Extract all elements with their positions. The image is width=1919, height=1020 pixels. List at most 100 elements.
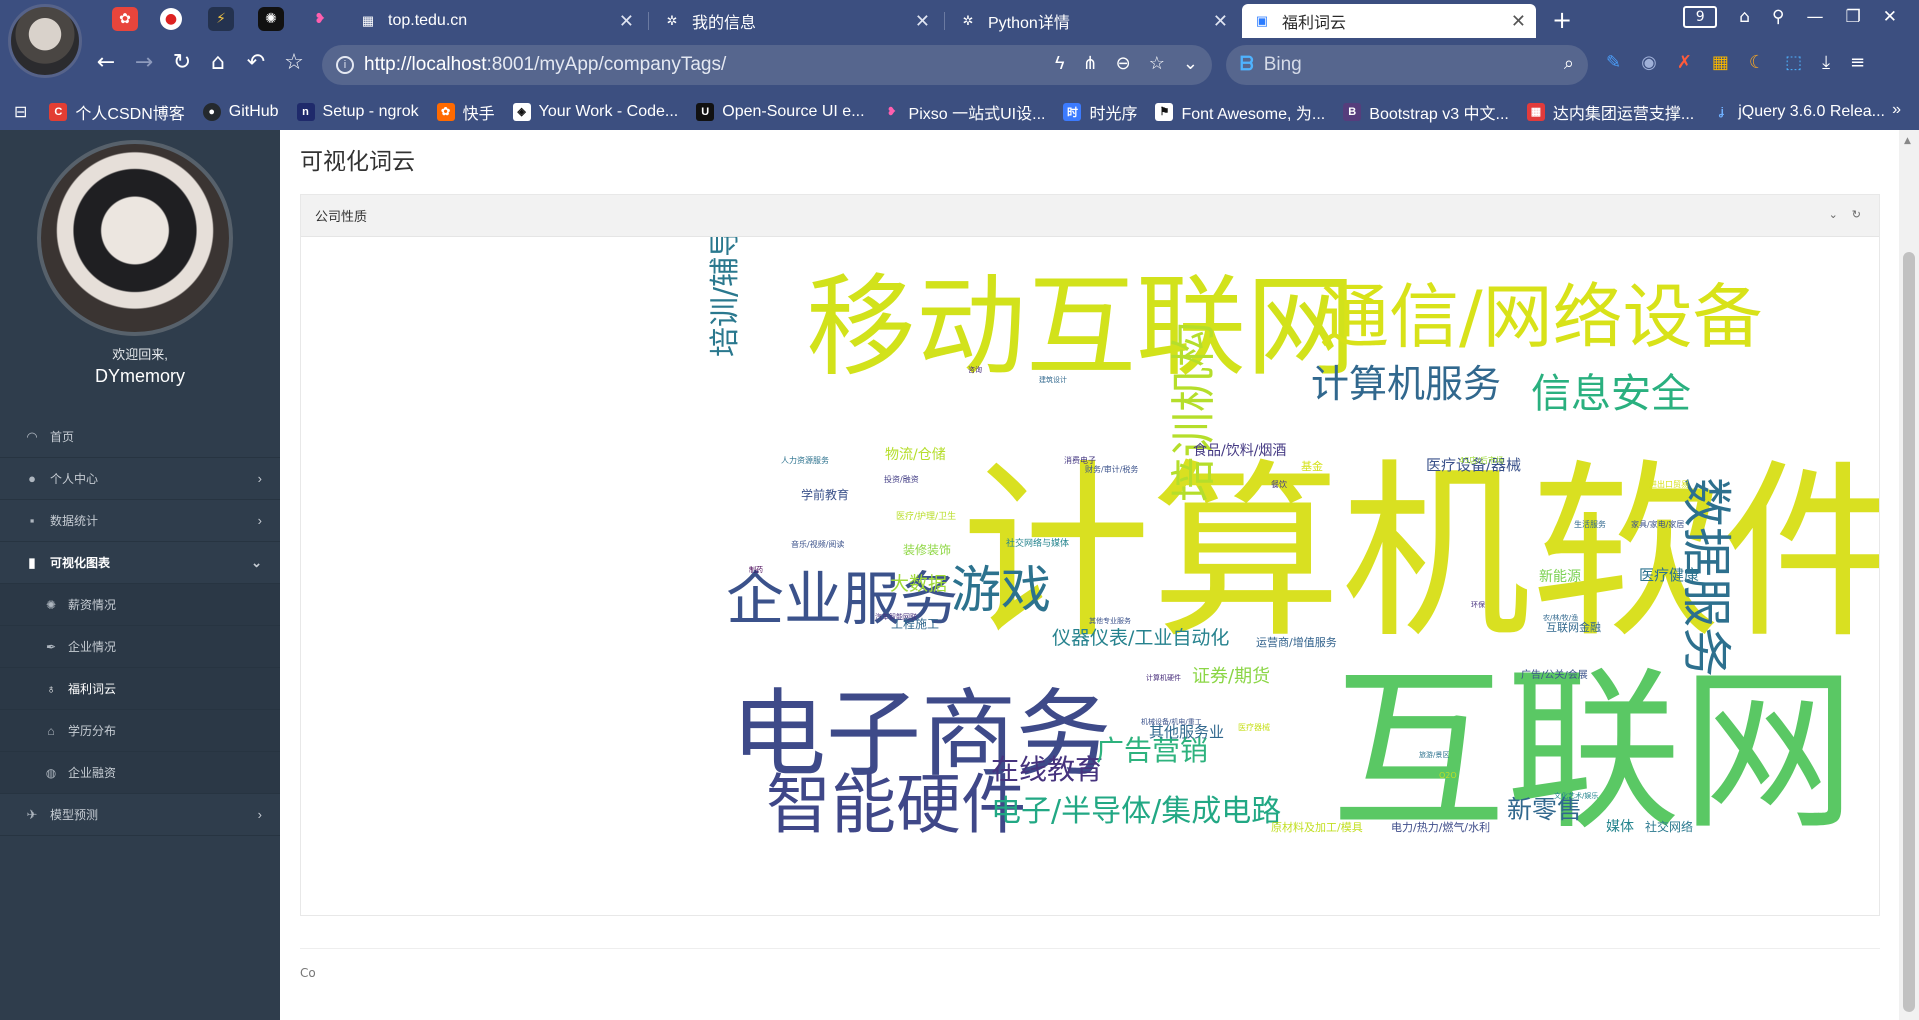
tab-count-badge[interactable]: 9 bbox=[1683, 6, 1718, 28]
moon-icon[interactable]: ☾ bbox=[1749, 52, 1765, 73]
menu-icon[interactable]: ≡ bbox=[1850, 52, 1865, 73]
close-icon[interactable]: ✕ bbox=[619, 11, 634, 32]
sidebar-item-profile[interactable]: ● 个人中心 › bbox=[0, 458, 280, 500]
address-bar[interactable]: i http://localhost :8001/myApp/companyTa… bbox=[322, 45, 1212, 85]
wordcloud-panel: 公司性质 ⌄ ↻ 计算机软件 互联网 移动互联网 通信/网络设备 电子商务 企业服务 智能硬… bbox=[300, 167, 1911, 916]
shirt-icon[interactable]: ⌂ bbox=[1739, 7, 1750, 27]
wordcloud-word: 4S店/后市场 bbox=[1459, 455, 1504, 465]
reload-icon[interactable]: ↻ bbox=[168, 50, 196, 75]
more-bookmarks-icon[interactable]: » bbox=[1892, 101, 1901, 119]
share-icon[interactable]: ⋔ bbox=[1083, 53, 1098, 74]
new-tab-button[interactable]: + bbox=[1552, 6, 1572, 34]
bookmark-kuaishou[interactable]: ✿ 快手 bbox=[436, 100, 495, 124]
bookmark-label: 快手 bbox=[462, 105, 495, 123]
chevron-right-icon: › bbox=[257, 807, 262, 822]
sidebar-item-model[interactable]: ✈ 模型预测 › bbox=[0, 794, 280, 836]
info-icon[interactable]: i bbox=[336, 56, 354, 74]
codepen-icon: ◈ bbox=[512, 102, 531, 121]
wordcloud-word: 移动互联网 bbox=[806, 263, 1356, 391]
sidebar-item-home[interactable]: ◠ 首页 bbox=[0, 416, 280, 458]
tab-title: Python详情 bbox=[988, 15, 1070, 32]
tab-python-detail[interactable]: ✲ Python详情 ✕ bbox=[948, 4, 1238, 38]
sidebar-subitem-wordcloud[interactable]: ♁ 福利词云 bbox=[0, 668, 280, 710]
bookmark-jquery[interactable]: ʝ jQuery 3.6.0 Relea... bbox=[1712, 103, 1885, 121]
bookmark-pixso[interactable]: ❥ Pixso 一站式UI设... bbox=[883, 100, 1046, 124]
screenshot-icon[interactable]: ⬚ bbox=[1785, 52, 1802, 73]
translate-icon[interactable]: ✎ bbox=[1606, 52, 1621, 73]
bookmark-bootstrap[interactable]: B Bootstrap v3 中文... bbox=[1343, 100, 1509, 124]
bookmark-tedu[interactable]: ▦ 达内集团运营支撑... bbox=[1526, 100, 1695, 124]
apps-icon[interactable]: ▦ bbox=[1712, 52, 1729, 73]
page-scrollbar[interactable]: ▲ bbox=[1899, 130, 1919, 1020]
bookmark-font-awesome[interactable]: ⚑ Font Awesome, 为... bbox=[1155, 100, 1325, 124]
close-icon[interactable]: ✕ bbox=[915, 11, 930, 32]
app-sidebar: 欢迎回来, DYmemory ◠ 首页 ● 个人中心 › ▪ 数据统计 › ▮ … bbox=[0, 130, 280, 1020]
sidebar-item-charts[interactable]: ▮ 可视化图表 ⌄ bbox=[0, 542, 280, 584]
bookmark-open-source-ui[interactable]: U Open-Source UI e... bbox=[696, 102, 865, 121]
browser-tab-bar: ✿ ● ⚡ ✺ ❥ ▦ top.tedu.cn ✕ ✲ 我的信息 ✕ ✲ Pyt… bbox=[0, 0, 1919, 38]
wordcloud-word: O2O bbox=[1439, 771, 1457, 780]
forward-icon[interactable]: → bbox=[130, 50, 158, 75]
tab-my-info[interactable]: ✲ 我的信息 ✕ bbox=[652, 4, 940, 38]
bookmark-shiguangxu[interactable]: 时时光序 bbox=[1063, 100, 1137, 124]
bookmark-ngrok[interactable]: n Setup - ngrok bbox=[296, 102, 419, 121]
wordcloud-word: 培训机构 bbox=[1167, 322, 1220, 502]
wordcloud-word: 游戏 bbox=[951, 561, 1051, 619]
bookmark-github[interactable]: ● GitHub bbox=[202, 102, 279, 121]
search-icon[interactable]: ⌕ bbox=[1564, 53, 1574, 74]
jquery-icon: ʝ bbox=[1718, 105, 1724, 118]
collapse-icon[interactable]: ⌄ bbox=[1829, 208, 1838, 221]
pinned-tab-record-icon[interactable]: ● bbox=[160, 8, 182, 30]
star-icon[interactable]: ☆ bbox=[280, 50, 308, 75]
sidebar-subitem-company[interactable]: ✒ 企业情况 bbox=[0, 626, 280, 668]
wordcloud-word: 社交网络与媒体 bbox=[1006, 537, 1069, 549]
chevron-down-icon: ⌄ bbox=[251, 555, 262, 570]
pinned-tab-pixso-icon[interactable]: ❥ bbox=[307, 7, 333, 31]
sidebar-toggle-icon[interactable]: ⊟ bbox=[14, 102, 27, 122]
eye-icon[interactable]: ◉ bbox=[1641, 52, 1657, 73]
sidebar-subitem-education[interactable]: ⌂ 学历分布 bbox=[0, 710, 280, 752]
tab-welfare-wordcloud[interactable]: ▣ 福利词云 ✕ bbox=[1242, 4, 1536, 38]
sidebar-subitem-salary[interactable]: ✺ 薪资情况 bbox=[0, 584, 280, 626]
minimize-icon[interactable]: — bbox=[1807, 7, 1824, 27]
flag-icon: ⚑ bbox=[1155, 102, 1174, 121]
bug-icon: ✲ bbox=[666, 13, 678, 28]
bookmark-label: 达内集团运营支撑... bbox=[1552, 105, 1695, 123]
close-window-icon[interactable]: ✕ bbox=[1883, 7, 1897, 27]
bookmark-star-icon[interactable]: ☆ bbox=[1149, 53, 1165, 74]
sidebar-subitem-financing[interactable]: ◍ 企业融资 bbox=[0, 752, 280, 794]
extension-red-icon[interactable]: ✗ bbox=[1677, 52, 1692, 73]
sun-icon: ✺ bbox=[45, 597, 57, 612]
undo-icon[interactable]: ↶ bbox=[242, 50, 270, 75]
close-icon[interactable]: ✕ bbox=[1213, 11, 1228, 32]
tedu-icon: ▦ bbox=[1526, 102, 1545, 121]
scroll-up-icon[interactable]: ▲ bbox=[1904, 136, 1911, 146]
bookmark-csdn[interactable]: C 个人CSDN博客 bbox=[49, 100, 185, 124]
pinned-tab-csdn-icon[interactable]: ✿ bbox=[112, 7, 138, 31]
tab-top-tedu[interactable]: ▦ top.tedu.cn ✕ bbox=[348, 4, 644, 38]
lightning-icon[interactable]: ϟ bbox=[1055, 53, 1065, 74]
back-icon[interactable]: ← bbox=[92, 50, 120, 75]
restore-icon[interactable]: ❐ bbox=[1846, 7, 1861, 27]
sidebar-item-statistics[interactable]: ▪ 数据统计 › bbox=[0, 500, 280, 542]
pinned-tab-openai-icon[interactable]: ✺ bbox=[258, 7, 284, 31]
scroll-thumb[interactable] bbox=[1903, 252, 1915, 1012]
bookmark-label: 个人CSDN博客 bbox=[75, 105, 185, 123]
download-icon[interactable]: ⤓ bbox=[1822, 52, 1830, 73]
refresh-icon[interactable]: ↻ bbox=[1852, 208, 1861, 221]
browser-profile-avatar[interactable] bbox=[8, 4, 82, 78]
close-icon[interactable]: ✕ bbox=[1511, 11, 1526, 32]
user-avatar bbox=[37, 140, 233, 336]
bookmark-label: Pixso 一站式UI设... bbox=[908, 105, 1046, 123]
pin-icon[interactable]: ⚲ bbox=[1772, 7, 1784, 27]
bookmark-label: Bootstrap v3 中文... bbox=[1369, 105, 1509, 123]
bookmark-label: GitHub bbox=[228, 102, 279, 120]
zoom-icon[interactable]: ⊖ bbox=[1116, 53, 1131, 74]
search-input[interactable]: ᗷ Bing ⌕ bbox=[1226, 45, 1588, 85]
bookmark-codepen[interactable]: ◈ Your Work - Code... bbox=[512, 102, 678, 121]
sidebar-item-label: 模型预测 bbox=[50, 808, 99, 822]
pinned-tab-lightning-icon[interactable]: ⚡ bbox=[208, 7, 234, 31]
home-icon[interactable]: ⌂ bbox=[204, 50, 232, 75]
wordcloud-word: 汽车智能网联 bbox=[875, 612, 917, 621]
chevron-down-icon[interactable]: ⌄ bbox=[1183, 53, 1198, 74]
